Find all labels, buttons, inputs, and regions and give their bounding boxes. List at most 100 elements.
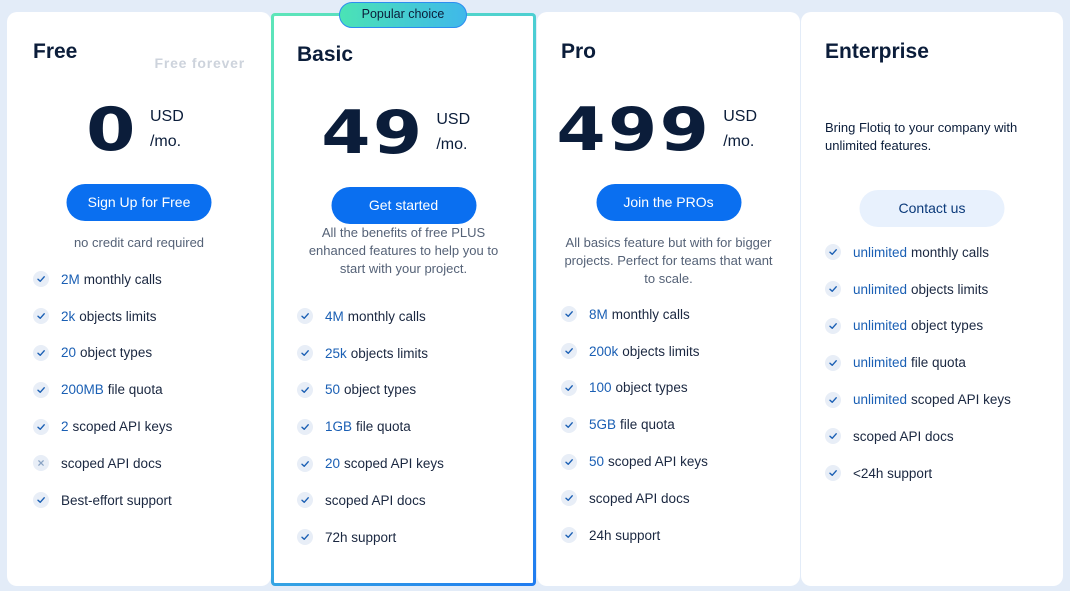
price-unit: USD /mo. (150, 98, 184, 154)
plan-note: All the benefits of free PLUS enhanced f… (308, 225, 499, 276)
feature-value: 50 (325, 382, 341, 398)
check-icon (33, 344, 49, 361)
feature-value: 5GB (589, 417, 617, 433)
check-icon (825, 465, 841, 482)
feature-label: scoped API keys (344, 456, 444, 472)
popular-choice-badge: Popular choice (339, 2, 467, 28)
price: 49 USD /mo. (274, 101, 533, 165)
price-currency: USD (149, 108, 184, 125)
feature-item: 24h support (561, 517, 790, 554)
feature-label: object types (911, 318, 984, 334)
plan-subtag: Free forever (154, 55, 245, 71)
feature-value: unlimited (853, 244, 908, 260)
feature-list: 2M monthly calls 2k objects limits 20 object … (33, 261, 261, 519)
feature-value: 200k (589, 343, 619, 359)
check-icon (33, 381, 49, 398)
feature-value: 2k (61, 308, 76, 324)
feature-label: objects limits (622, 343, 700, 359)
plan-title: Basic (297, 43, 354, 66)
feature-label: file quota (356, 419, 411, 435)
feature-label: 72h support (325, 529, 397, 545)
get-started-button[interactable]: Get started (331, 187, 476, 224)
feature-value: 50 (589, 454, 605, 470)
check-icon (297, 381, 313, 398)
feature-item: unlimited objects limits (825, 271, 1053, 308)
feature-item: scoped API docs (33, 445, 261, 482)
feature-label: monthly calls (347, 308, 426, 324)
feature-value: unlimited (853, 392, 908, 408)
feature-item: 5GB file quota (561, 406, 790, 443)
plan-title: Pro (561, 40, 597, 63)
feature-label: objects limits (350, 345, 429, 361)
feature-item: 4M monthly calls (297, 298, 523, 335)
feature-item: 100 object types (561, 370, 790, 407)
feature-item: 20 object types (33, 335, 261, 372)
feature-label: objects limits (911, 281, 989, 297)
feature-label: Best-effort support (61, 492, 172, 508)
sign-up-button[interactable]: Sign Up for Free (66, 184, 212, 221)
feature-item: scoped API docs (297, 482, 523, 519)
feature-item: 50 object types (297, 372, 523, 409)
price-currency: USD (436, 111, 471, 128)
feature-list: 8M monthly calls 200k objects limits 100 obje… (561, 296, 790, 554)
feature-list: 4M monthly calls 25k objects limits 50 object… (297, 298, 523, 556)
check-icon (297, 418, 313, 435)
price-currency: USD (723, 108, 758, 125)
contact-us-button[interactable]: Contact us (859, 190, 1005, 227)
feature-item: scoped API docs (561, 480, 790, 517)
check-icon (297, 345, 313, 362)
feature-value: 2M (61, 271, 80, 287)
feature-item: 200MB file quota (33, 371, 261, 408)
check-icon (825, 317, 841, 334)
price-unit: USD /mo. (436, 101, 470, 157)
check-icon (33, 418, 49, 435)
feature-label: file quota (107, 382, 163, 398)
feature-list: unlimited monthly calls unlimited objects l… (825, 234, 1053, 492)
check-icon (297, 455, 313, 472)
feature-item: 50 scoped API keys (561, 443, 790, 480)
price: 0 USD /mo. (7, 98, 271, 162)
feature-value: 20 (61, 345, 77, 361)
feature-value: unlimited (853, 355, 908, 371)
check-icon (297, 492, 313, 509)
feature-label: monthly calls (911, 244, 990, 260)
feature-value: 20 (325, 456, 341, 472)
check-icon (825, 391, 841, 408)
check-icon (561, 306, 577, 323)
check-icon (561, 343, 577, 360)
plan-card-free: Free Free forever 0 USD /mo. Sign Up for… (7, 12, 271, 586)
check-icon (825, 244, 841, 261)
plan-description: Bring Flotiq to your company with unlimi… (825, 120, 1018, 153)
check-icon (297, 529, 313, 546)
feature-item: 8M monthly calls (561, 296, 790, 333)
feature-label: scoped API keys (911, 392, 1011, 408)
feature-value: 2 (61, 419, 69, 435)
feature-label: scoped API docs (61, 455, 162, 471)
feature-item: 1GB file quota (297, 408, 523, 445)
price-period: /mo. (436, 136, 468, 153)
price: 499 USD /mo. (537, 98, 800, 162)
feature-item: unlimited scoped API keys (825, 381, 1053, 418)
price-period: /mo. (723, 133, 755, 150)
check-icon (561, 527, 577, 544)
cross-icon (33, 455, 49, 472)
feature-item: 200k objects limits (561, 333, 790, 370)
check-icon (561, 453, 577, 470)
check-icon (561, 379, 577, 396)
plan-title: Free (33, 40, 78, 63)
check-icon (33, 271, 49, 288)
feature-label: scoped API docs (589, 490, 690, 506)
check-icon (825, 428, 841, 445)
feature-label: file quota (620, 417, 675, 433)
feature-value: 100 (589, 380, 612, 396)
feature-item: 2M monthly calls (33, 261, 261, 298)
feature-label: file quota (911, 355, 966, 371)
feature-label: scoped API keys (72, 419, 173, 435)
feature-item: 2k objects limits (33, 298, 261, 335)
plan-note: no credit card required (73, 235, 205, 250)
join-pros-button[interactable]: Join the PROs (596, 184, 741, 221)
price-amount: 49 (321, 98, 425, 168)
feature-value: 25k (325, 345, 347, 361)
check-icon (561, 416, 577, 433)
check-icon (33, 308, 49, 325)
